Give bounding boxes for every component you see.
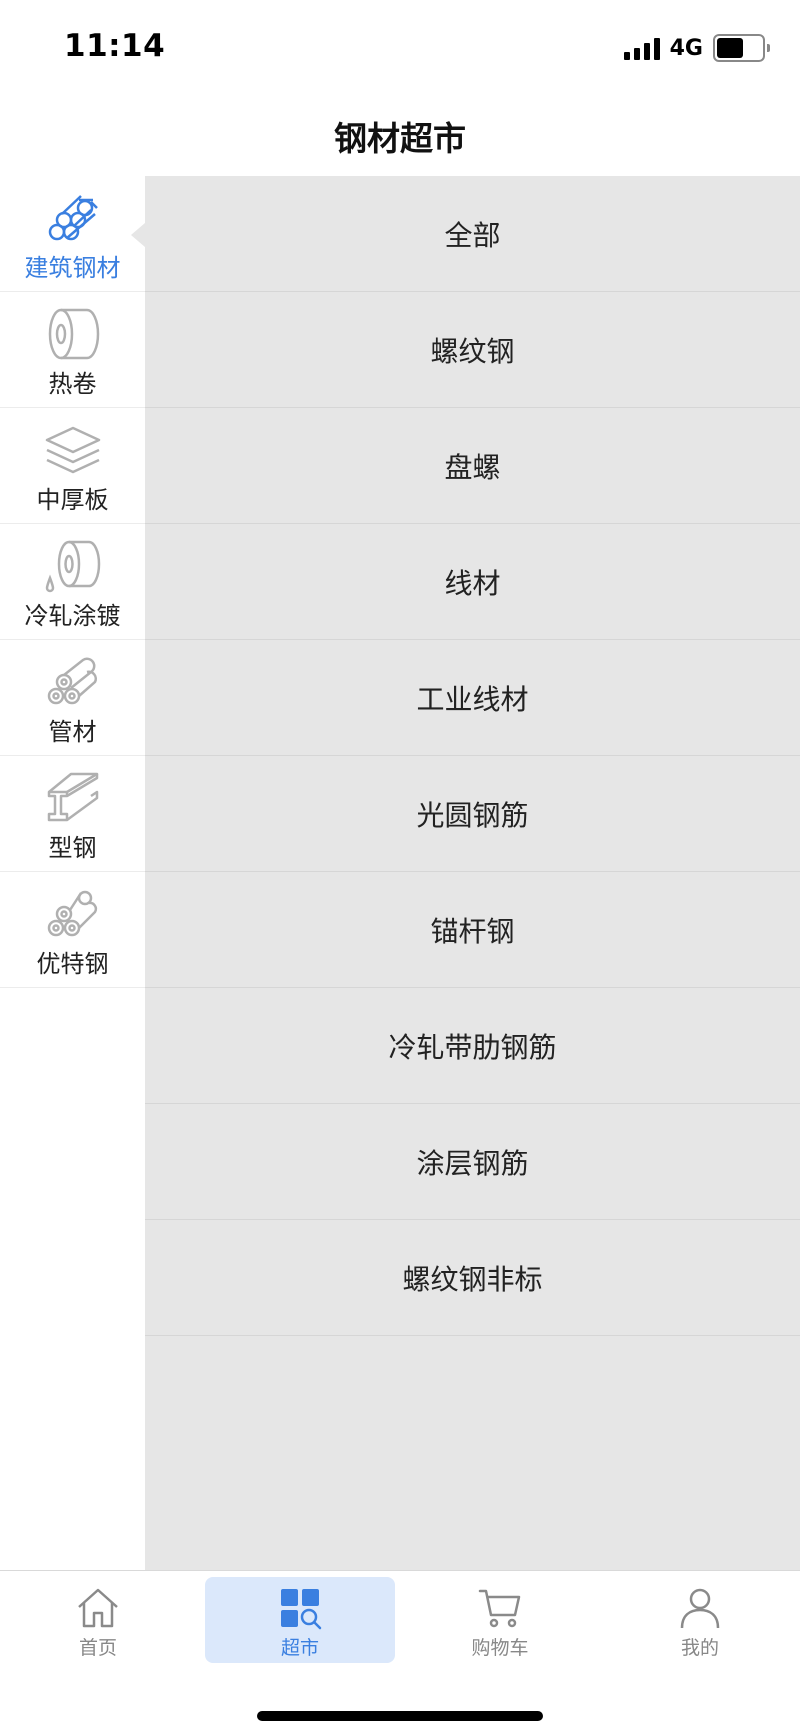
sidebar-item-label: 热卷 — [48, 370, 97, 398]
subcategory-list: 全部 螺纹钢 盘螺 线材 工业线材 光圆钢筋 锚杆钢 冷轧带肋钢筋 涂层钢筋 螺… — [145, 176, 800, 1570]
list-item[interactable]: 锚杆钢 — [145, 872, 800, 988]
list-item[interactable]: 线材 — [145, 524, 800, 640]
navigation-bar: 钢材超市 — [0, 96, 800, 176]
tab-label: 首页 — [78, 1637, 117, 1659]
list-item[interactable]: 光圆钢筋 — [145, 756, 800, 872]
tab-label: 超市 — [280, 1637, 319, 1659]
rebar-bundle-icon — [48, 195, 98, 241]
coated-coil-icon — [45, 540, 100, 593]
tab-label: 购物车 — [471, 1637, 529, 1659]
list-item[interactable]: 冷轧带肋钢筋 — [145, 988, 800, 1104]
sidebar-item-label: 型钢 — [48, 834, 97, 862]
list-item[interactable]: 涂层钢筋 — [145, 1104, 800, 1220]
list-item[interactable]: 盘螺 — [145, 408, 800, 524]
tab-cart[interactable]: 购物车 — [405, 1577, 595, 1663]
sidebar-item-label: 优特钢 — [36, 950, 109, 978]
user-icon — [680, 1588, 720, 1629]
list-item[interactable]: 全部 — [145, 176, 800, 292]
status-bar: 11:14 4G — [0, 0, 800, 96]
pipes-icon — [47, 657, 97, 705]
tab-home[interactable]: 首页 — [3, 1577, 193, 1663]
cart-icon — [478, 1589, 521, 1628]
sidebar-item-section-steel[interactable]: 型钢 — [0, 756, 145, 872]
home-icon — [78, 1588, 118, 1628]
home-indicator — [257, 1711, 543, 1721]
sidebar-item-special-steel[interactable]: 优特钢 — [0, 872, 145, 988]
sidebar-item-label: 建筑钢材 — [24, 254, 121, 282]
coil-roll-icon — [48, 308, 99, 360]
sidebar-item-medium-plate[interactable]: 中厚板 — [0, 408, 145, 524]
tab-market[interactable]: 超市 — [205, 1577, 395, 1663]
sidebar-item-label: 中厚板 — [36, 486, 109, 514]
i-beam-icon — [47, 772, 98, 822]
sidebar-item-pipes[interactable]: 管材 — [0, 640, 145, 756]
sidebar-item-hot-coil[interactable]: 热卷 — [0, 292, 145, 408]
stacked-plates-icon — [45, 426, 100, 474]
signal-icon — [623, 36, 660, 60]
status-indicators: 4G — [623, 30, 770, 66]
category-sidebar: 建筑钢材 热卷 中厚板 冷轧涂镀 管材 型钢 优特钢 — [0, 176, 145, 1570]
network-type: 4G — [669, 35, 703, 61]
tab-label: 我的 — [680, 1637, 719, 1659]
tab-profile[interactable]: 我的 — [605, 1577, 795, 1663]
tab-bar: 首页 超市 购物车 我的 — [0, 1570, 800, 1732]
status-time: 11:14 — [64, 28, 166, 64]
special-steel-icon — [47, 890, 97, 937]
sidebar-item-cold-rolled[interactable]: 冷轧涂镀 — [0, 524, 145, 640]
sidebar-item-label: 管材 — [48, 718, 97, 746]
sidebar-item-label: 冷轧涂镀 — [24, 602, 121, 630]
sidebar-item-construction-steel[interactable]: 建筑钢材 — [0, 176, 145, 292]
page-title: 钢材超市 — [334, 119, 466, 158]
list-item[interactable]: 工业线材 — [145, 640, 800, 756]
market-grid-icon — [281, 1589, 322, 1630]
battery-icon — [713, 34, 770, 62]
list-item[interactable]: 螺纹钢 — [145, 292, 800, 408]
list-item[interactable]: 螺纹钢非标 — [145, 1220, 800, 1336]
